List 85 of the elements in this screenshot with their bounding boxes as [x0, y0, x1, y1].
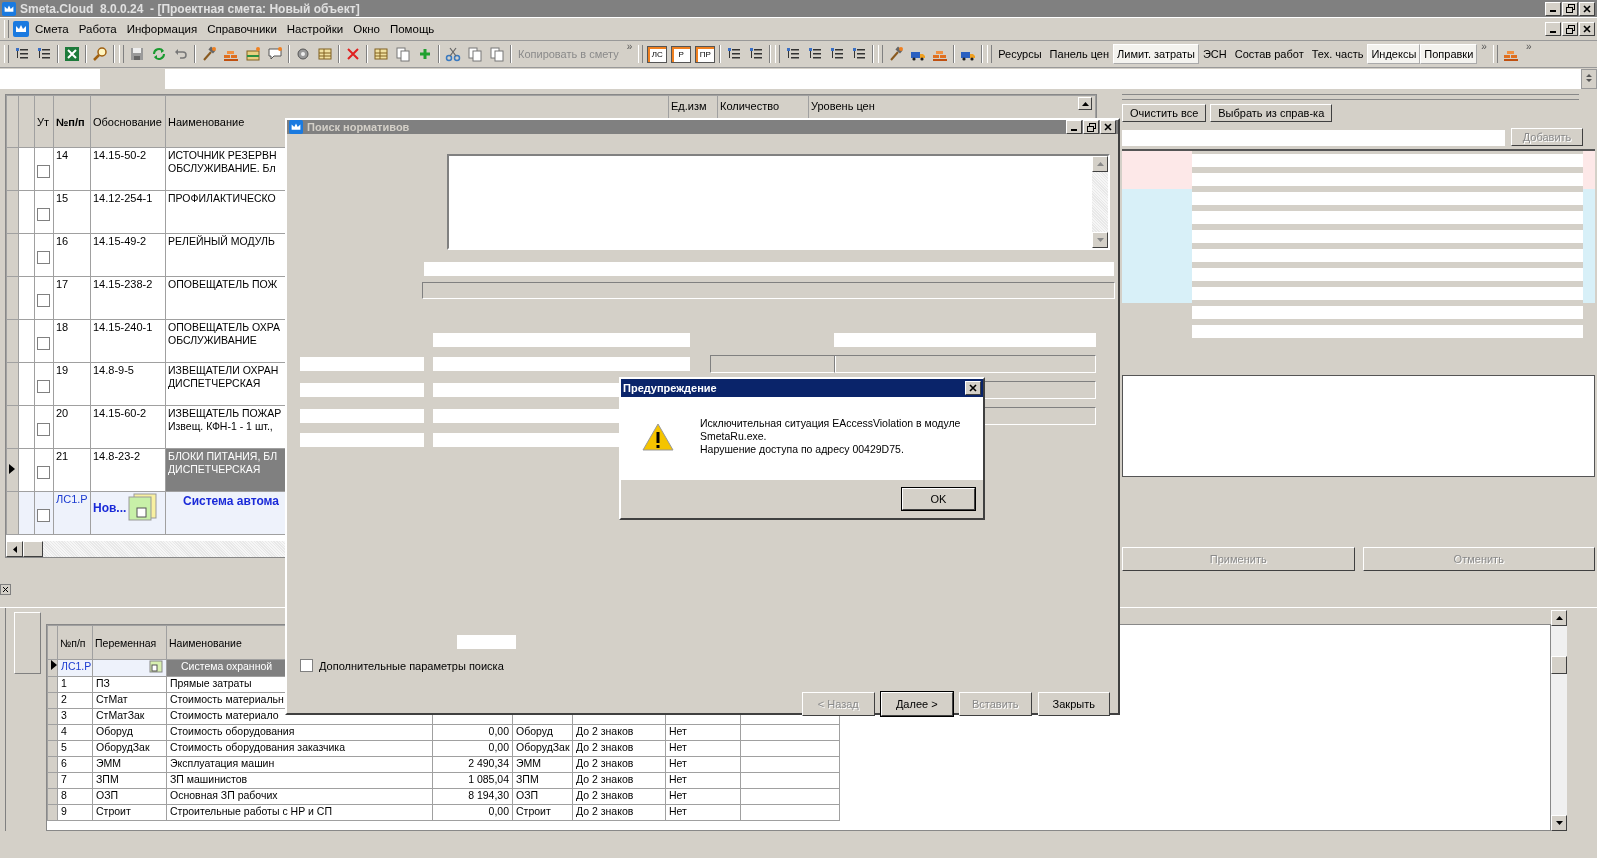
row-number: 4 — [61, 725, 67, 737]
work-name: ОПОВЕЩАТЕЛЬ ОХРА ОБСЛУЖИВАНИЕ — [168, 321, 281, 346]
dialog-title: Предупреждение — [623, 382, 717, 394]
section-code: ЛС1.Р — [61, 660, 92, 672]
section-code: Нов... — [93, 501, 127, 515]
name-cell: Строительные работы с НР и СП — [170, 805, 332, 817]
row-number: 18 — [56, 321, 69, 333]
flag-cell: Нет — [669, 725, 687, 737]
window-title: Smeta.Cloud 8.0.0.24 - [Проектная смета: Новый объект] — [20, 1, 361, 16]
variable-cell: ОЗП — [96, 789, 119, 801]
flag-cell: Нет — [669, 789, 687, 801]
row-number: 15 — [56, 192, 69, 204]
amount-cell: 0,00 — [488, 741, 509, 753]
error-message: Исключительная ситуация EAccessViolation в модуле SmetaRu.exe. Нарушение доступа по адресу 00429D75. — [700, 417, 961, 456]
rounding-cell: До 2 знаков — [576, 725, 634, 737]
variable-cell: Строит — [516, 805, 551, 817]
variable-cell: СтМатЗак — [96, 709, 145, 721]
row-number: 9 — [61, 805, 67, 817]
work-name: ИЗВЕЩАТЕЛЬ ПОЖАР Извещ. КФН-1 - 1 шт., — [168, 407, 282, 432]
row-number: 19 — [56, 364, 69, 376]
flag-cell: Нет — [669, 741, 687, 753]
flag-cell: Нет — [669, 773, 687, 785]
variable-cell: ОборудЗак — [516, 741, 570, 753]
section-name: Система охранной — [181, 660, 273, 672]
row-number: 8 — [61, 789, 67, 801]
rounding-cell: До 2 знаков — [576, 773, 634, 785]
variable-cell: Оборуд — [516, 725, 553, 737]
rounding-cell: До 2 знаков — [576, 789, 634, 801]
work-name: ИСТОЧНИК РЕЗЕРВН ОБСЛУЖИВАНИЕ. Бл — [168, 149, 277, 174]
rounding-cell: До 2 знаков — [576, 741, 634, 753]
row-number: 3 — [61, 709, 67, 721]
row-number: 20 — [56, 407, 69, 419]
amount-cell: 1 085,04 — [468, 773, 509, 785]
row-number: 16 — [56, 235, 69, 247]
row-number: 7 — [61, 773, 67, 785]
row-number: 5 — [61, 741, 67, 753]
row-number: ЛС1.Р — [56, 493, 88, 505]
work-name: ПРОФИЛАКТИЧЕСКО — [168, 192, 276, 204]
amount-cell: 0,00 — [488, 805, 509, 817]
name-cell: Основная ЗП рабочих — [170, 789, 278, 801]
rounding-cell: До 2 знаков — [576, 757, 634, 769]
variable-cell: ПЗ — [96, 677, 110, 689]
name-cell: Стоимость материальн — [170, 693, 284, 705]
row-number: 17 — [56, 278, 69, 290]
name-cell: Прямые затраты — [170, 677, 252, 689]
name-cell: ЗП машинистов — [170, 773, 248, 785]
variable-cell: СтМат — [96, 693, 128, 705]
code-cell: 14.8-23-2 — [93, 450, 141, 462]
code-cell: 14.8-9-5 — [93, 364, 134, 376]
code-cell: 14.12-254-1 — [93, 192, 153, 204]
section-name: Система автома — [182, 493, 280, 508]
variable-cell: ОборудЗак — [96, 741, 150, 753]
name-cell: Эксплуатация машин — [170, 757, 275, 769]
work-name: РЕЛЕЙНЫЙ МОДУЛЬ — [168, 235, 275, 247]
variable-cell: Оборуд — [96, 725, 133, 737]
variable-cell: Строит — [96, 805, 131, 817]
row-number: 14 — [56, 149, 69, 161]
variable-cell: ЗПМ — [96, 773, 119, 785]
amount-cell: 8 194,30 — [468, 789, 509, 801]
row-number: 1 — [61, 677, 67, 689]
code-cell: 14.15-50-2 — [93, 149, 147, 161]
variable-cell: ЭММ — [516, 757, 542, 769]
dialog-title: Поиск нормативов — [307, 121, 410, 133]
variable-cell: ЗПМ — [516, 773, 539, 785]
code-cell: 14.15-60-2 — [93, 407, 147, 419]
flag-cell: Нет — [669, 757, 687, 769]
variable-cell: ЭММ — [96, 757, 122, 769]
variable-cell: ОЗП — [516, 789, 539, 801]
flag-cell: Нет — [669, 805, 687, 817]
checkbox-label: Дополнительные параметры поиска — [319, 659, 504, 672]
code-cell: 14.15-49-2 — [93, 235, 147, 247]
row-number: 21 — [56, 450, 69, 462]
amount-cell: 0,00 — [488, 725, 509, 737]
name-cell: Стоимость материало — [170, 709, 279, 721]
rounding-cell: До 2 знаков — [576, 805, 634, 817]
name-cell: Стоимость оборудования заказчика — [170, 741, 345, 753]
code-cell: 14.15-240-1 — [93, 321, 153, 333]
row-number: 6 — [61, 757, 67, 769]
name-cell: Стоимость оборудования — [170, 725, 295, 737]
work-name: ИЗВЕЩАТЕЛИ ОХРАН ДИСПЕТЧЕРСКАЯ — [168, 364, 279, 389]
amount-cell: 2 490,34 — [468, 757, 509, 769]
work-name: ОПОВЕЩАТЕЛЬ ПОЖ — [168, 278, 278, 290]
code-cell: 14.15-238-2 — [93, 278, 153, 290]
row-number: 2 — [61, 693, 67, 705]
work-name: БЛОКИ ПИТАНИЯ, БЛ ДИСПЕТЧЕРСКАЯ — [168, 450, 278, 475]
